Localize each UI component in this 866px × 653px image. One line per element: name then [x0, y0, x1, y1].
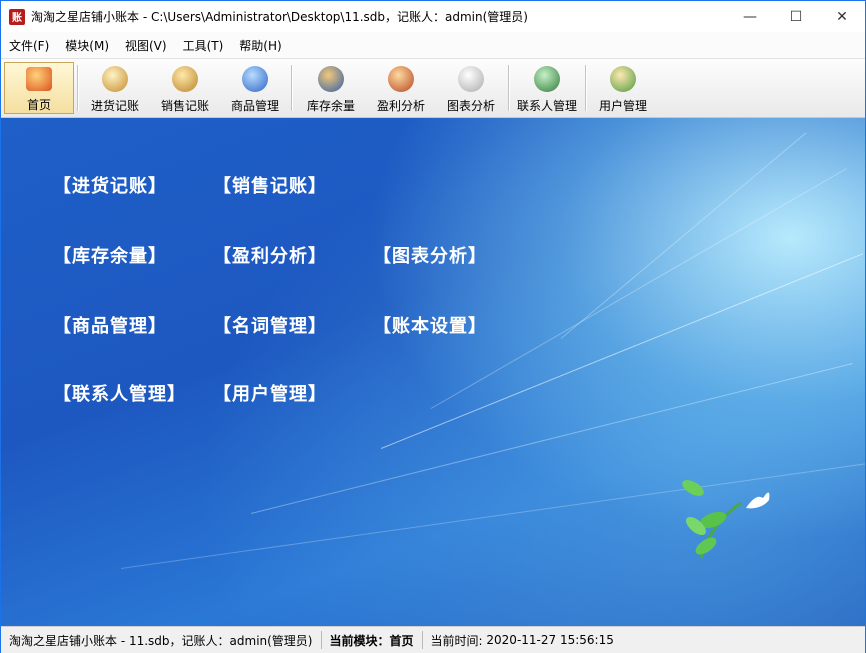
app-logo-icon: 账 — [9, 8, 25, 25]
toolbar-sales-button[interactable]: 销售记账 — [153, 62, 217, 114]
home-panel: 【进货记账】 【销售记账】 【库存余量】 【盈利分析】 【图表分析】 【商品管理… — [1, 118, 865, 626]
status-time: 当前时间: 2020-11-27 15:56:15 — [423, 631, 622, 649]
status-bar: 淘淘之星店铺小账本 - 11.sdb，记账人：admin(管理员) 当前模块： … — [1, 626, 865, 653]
toolbar-separator — [291, 65, 293, 111]
purchase-icon — [102, 66, 128, 92]
inventory-icon — [318, 66, 344, 92]
toolbar-profit-button[interactable]: 盈利分析 — [369, 62, 433, 114]
menu-tools[interactable]: 工具(T) — [175, 37, 232, 54]
minimize-button[interactable]: — — [727, 1, 773, 32]
title-bar: 账 淘淘之星店铺小账本 - C:\Users\Administrator\Des… — [1, 1, 865, 32]
close-button[interactable]: ✕ — [819, 1, 865, 32]
menu-file[interactable]: 文件(F) — [1, 37, 57, 54]
sales-icon — [172, 66, 198, 92]
chart-icon — [458, 66, 484, 92]
toolbar-purchase-button[interactable]: 进货记账 — [83, 62, 147, 114]
toolbar-purchase-label: 进货记账 — [90, 99, 139, 113]
link-goods-management[interactable]: 【商品管理】 — [53, 312, 167, 338]
window-title: 淘淘之星店铺小账本 - C:\Users\Administrator\Deskt… — [31, 10, 528, 24]
status-module-label: 当前模块： — [329, 633, 390, 648]
toolbar-profit-label: 盈利分析 — [376, 99, 425, 113]
toolbar-users-label: 用户管理 — [598, 99, 647, 113]
status-time-label: 当前时间: — [430, 633, 483, 648]
leaf-bird-decoration — [682, 480, 770, 559]
contacts-icon — [534, 66, 560, 92]
toolbar-separator — [77, 65, 79, 111]
toolbar-goods-label: 商品管理 — [230, 99, 279, 113]
toolbar: 首页 进货记账 销售记账 商品管理 库存余量 盈利分析 图表分析 联系人管理 用… — [1, 59, 865, 118]
background-streak — [430, 168, 847, 409]
home-icon — [26, 67, 52, 91]
status-module: 当前模块： 首页 — [322, 631, 423, 649]
profit-icon — [388, 66, 414, 92]
menu-module[interactable]: 模块(M) — [57, 37, 117, 54]
maximize-button[interactable]: ☐ — [773, 1, 819, 32]
toolbar-home-label: 首页 — [26, 98, 51, 112]
users-icon — [610, 66, 636, 92]
menu-view[interactable]: 视图(V) — [117, 37, 175, 54]
menu-help[interactable]: 帮助(H) — [231, 37, 289, 54]
window-controls: — ☐ ✕ — [727, 1, 865, 32]
link-chart-analysis[interactable]: 【图表分析】 — [373, 242, 487, 268]
status-module-value: 首页 — [389, 633, 414, 648]
toolbar-chart-label: 图表分析 — [446, 99, 495, 113]
link-profit-analysis[interactable]: 【盈利分析】 — [213, 242, 327, 268]
link-term-management[interactable]: 【名词管理】 — [213, 312, 327, 338]
link-user-management[interactable]: 【用户管理】 — [213, 380, 327, 406]
toolbar-separator — [585, 65, 587, 111]
link-purchase[interactable]: 【进货记账】 — [53, 172, 167, 198]
toolbar-sales-label: 销售记账 — [160, 99, 209, 113]
link-inventory[interactable]: 【库存余量】 — [53, 242, 167, 268]
app-window: 账 淘淘之星店铺小账本 - C:\Users\Administrator\Des… — [0, 0, 866, 653]
toolbar-home-button[interactable]: 首页 — [4, 62, 74, 114]
toolbar-inventory-button[interactable]: 库存余量 — [299, 62, 363, 114]
link-contacts-management[interactable]: 【联系人管理】 — [53, 380, 186, 406]
background-streak — [560, 132, 807, 339]
toolbar-separator — [508, 65, 510, 111]
link-ledger-settings[interactable]: 【账本设置】 — [373, 312, 487, 338]
toolbar-chart-button[interactable]: 图表分析 — [439, 62, 503, 114]
goods-icon — [242, 66, 268, 92]
menu-bar: 文件(F) 模块(M) 视图(V) 工具(T) 帮助(H) — [1, 32, 865, 59]
toolbar-contacts-label: 联系人管理 — [516, 99, 577, 113]
status-file: 淘淘之星店铺小账本 - 11.sdb，记账人：admin(管理员) — [1, 631, 322, 649]
link-sales[interactable]: 【销售记账】 — [213, 172, 327, 198]
toolbar-users-button[interactable]: 用户管理 — [591, 62, 655, 114]
toolbar-goods-button[interactable]: 商品管理 — [223, 62, 287, 114]
status-time-value: 2020-11-27 15:56:15 — [486, 633, 614, 647]
toolbar-inventory-label: 库存余量 — [306, 99, 355, 113]
toolbar-contacts-button[interactable]: 联系人管理 — [513, 62, 581, 114]
